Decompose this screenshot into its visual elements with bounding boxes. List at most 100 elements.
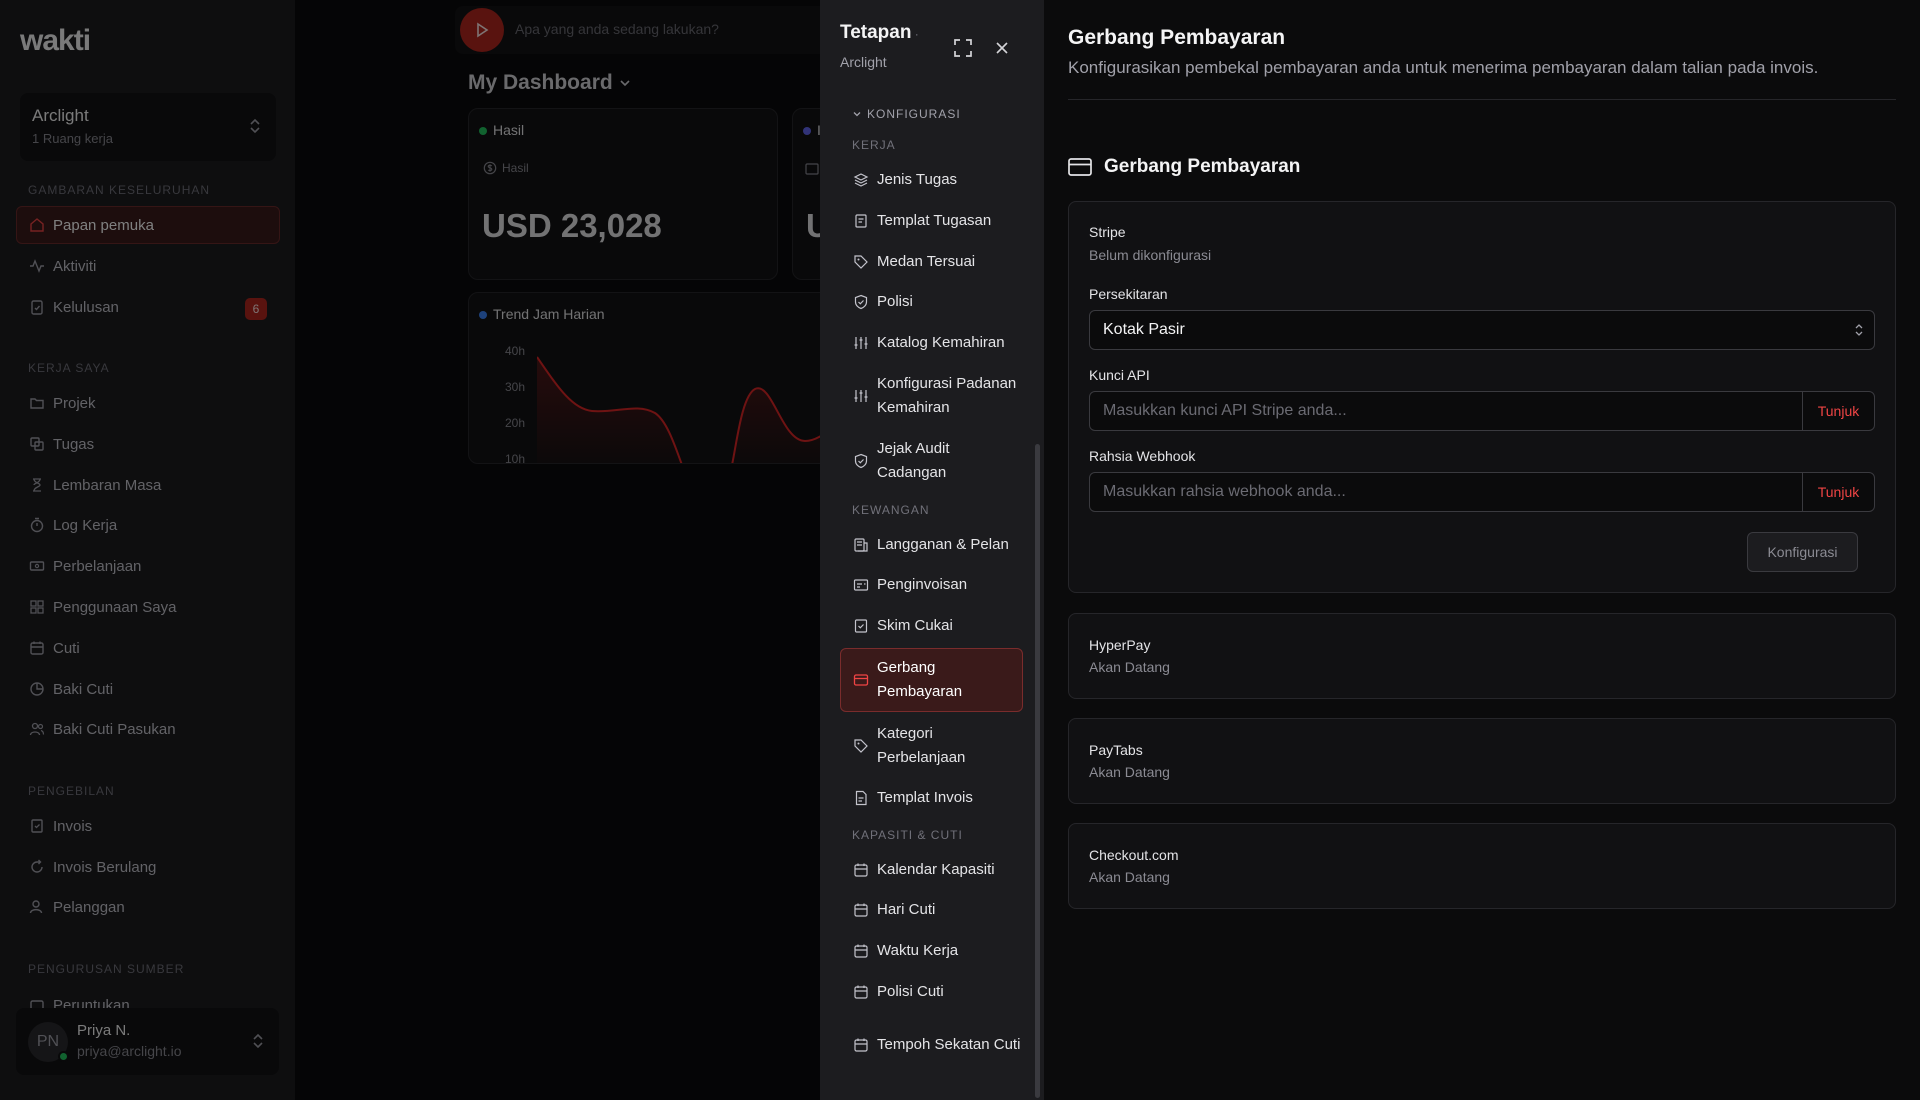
payment-gateways-page: Gerbang Pembayaran Konfigurasikan pembek…: [1044, 0, 1920, 1100]
stripe-gateway-card: Stripe Belum dikonfigurasi Persekitaran …: [1068, 201, 1896, 593]
configuration-group-toggle[interactable]: KONFIGURASI: [852, 107, 961, 121]
webhook-secret-input[interactable]: [1090, 473, 1802, 511]
webhook-secret-label: Rahsia Webhook: [1089, 448, 1196, 464]
gateway-status: Akan Datang: [1089, 869, 1170, 885]
gateway-name: PayTabs: [1089, 742, 1143, 758]
settings-item-subscription-plans[interactable]: Langganan & Pelan: [840, 532, 1023, 558]
page-description: Konfigurasikan pembekal pembayaran anda …: [1068, 58, 1819, 77]
subscription-icon: [854, 538, 868, 552]
configuration-label: KONFIGURASI: [867, 107, 961, 121]
divider: [1068, 99, 1896, 100]
settings-item-skill-catalog[interactable]: Katalog Kemahiran: [840, 330, 1023, 356]
gateway-name: Checkout.com: [1089, 847, 1179, 863]
credit-card-icon: [853, 674, 869, 686]
settings-item-tax-schemes[interactable]: Skim Cukai: [840, 613, 1023, 639]
settings-item-skill-matching-config[interactable]: Konfigurasi Padanan Kemahiran: [840, 372, 1023, 420]
calendar-icon: [854, 985, 868, 999]
page-title: Gerbang Pembayaran: [1068, 26, 1286, 49]
calendar-icon: [854, 903, 868, 917]
settings-title-text: Tetapan: [840, 22, 912, 43]
show-api-key-button[interactable]: Tunjuk: [1802, 392, 1874, 430]
settings-item-expense-categories[interactable]: Kategori Perbelanjaan: [840, 722, 1023, 770]
gateway-status: Akan Datang: [1089, 764, 1170, 780]
webhook-secret-field: Tunjuk: [1089, 472, 1875, 512]
api-key-label: Kunci API: [1089, 367, 1150, 383]
settings-item-label: Katalog Kemahiran: [877, 334, 1005, 351]
gateway-status: Belum dikonfigurasi: [1089, 247, 1212, 263]
file-icon: [855, 790, 867, 806]
settings-item-label: Tempoh Sekatan Cuti: [877, 1036, 1021, 1053]
settings-item-custom-fields[interactable]: Medan Tersuai: [840, 249, 1023, 275]
settings-item-label: Penginvoisan: [877, 576, 968, 593]
settings-item-label: Templat Invois: [877, 789, 973, 806]
tag-icon: [854, 255, 868, 269]
settings-item-recommendation-audit-trail[interactable]: Jejak Audit Cadangan: [840, 437, 1023, 485]
paytabs-gateway-card: PayTabs Akan Datang: [1068, 718, 1896, 804]
settings-item-task-types[interactable]: Jenis Tugas: [840, 167, 1023, 193]
close-icon[interactable]: [993, 39, 1011, 57]
settings-item-label: Kategori Perbelanjaan: [877, 725, 966, 766]
section-title: Gerbang Pembayaran: [1104, 156, 1301, 177]
hyperpay-gateway-card: HyperPay Akan Datang: [1068, 613, 1896, 699]
settings-group-capacity-leave: KAPASITI & CUTI: [852, 828, 963, 842]
settings-item-invoicing[interactable]: Penginvoisan: [840, 572, 1023, 598]
settings-item-label: Kalendar Kapasiti: [877, 861, 995, 878]
settings-item-label: Hari Cuti: [877, 901, 936, 918]
settings-item-task-templates[interactable]: Templat Tugasan: [840, 208, 1023, 234]
settings-title: Tetapan ·: [840, 22, 919, 43]
modal-backdrop[interactable]: [0, 0, 820, 1100]
settings-group-work: KERJA: [852, 138, 896, 152]
settings-item-label: Gerbang Pembayaran: [877, 659, 963, 700]
receipt-icon: [853, 579, 869, 591]
settings-group-finance: KEWANGAN: [852, 503, 930, 517]
tag-icon: [854, 739, 868, 753]
settings-item-label: Jejak Audit Cadangan: [877, 440, 950, 481]
settings-item-holidays[interactable]: Hari Cuti: [840, 897, 1023, 923]
layers-icon: [853, 173, 869, 187]
settings-item-invoice-templates[interactable]: Templat Invois: [840, 785, 1023, 811]
settings-item-label: Medan Tersuai: [877, 253, 976, 270]
template-icon: [855, 214, 867, 228]
calendar-icon: [854, 1038, 868, 1052]
environment-value: Kotak Pasir: [1103, 321, 1185, 338]
shield-icon: [854, 294, 868, 310]
shield-check-icon: [854, 453, 868, 469]
credit-card-icon: [1068, 158, 1092, 176]
tax-icon: [854, 619, 868, 633]
gateway-name: Stripe: [1089, 224, 1126, 240]
settings-item-label: Templat Tugasan: [877, 212, 992, 229]
environment-select[interactable]: Kotak Pasir: [1089, 310, 1875, 350]
section-header: Gerbang Pembayaran: [1068, 156, 1300, 178]
chevron-up-down-icon: [1855, 324, 1863, 336]
settings-item-working-hours[interactable]: Waktu Kerja: [840, 938, 1023, 964]
gateway-status: Akan Datang: [1089, 659, 1170, 675]
settings-navigation: Tetapan · Arclight KONFIGURASI KERJA Jen…: [820, 0, 1044, 1100]
sliders-icon: [854, 337, 868, 349]
show-webhook-secret-button[interactable]: Tunjuk: [1802, 473, 1874, 511]
sliders-icon: [854, 390, 868, 402]
expand-icon[interactable]: [953, 38, 973, 58]
settings-workspace: Arclight: [840, 54, 887, 70]
settings-item-policies[interactable]: Polisi: [840, 289, 1023, 315]
settings-item-payment-gateways[interactable]: Gerbang Pembayaran: [840, 648, 1023, 712]
api-key-input[interactable]: [1090, 392, 1802, 430]
settings-item-label: Skim Cukai: [877, 617, 953, 634]
settings-scrollbar[interactable]: [1035, 444, 1040, 1098]
configure-button[interactable]: Konfigurasi: [1747, 532, 1858, 572]
gateway-name: HyperPay: [1089, 637, 1151, 653]
checkout-gateway-card: Checkout.com Akan Datang: [1068, 823, 1896, 909]
settings-item-label: Waktu Kerja: [877, 942, 959, 959]
calendar-icon: [854, 944, 868, 958]
settings-item-label: Langganan & Pelan: [877, 536, 1009, 553]
settings-item-label: Polisi Cuti: [877, 983, 944, 1000]
chevron-down-icon: [853, 112, 861, 117]
environment-label: Persekitaran: [1089, 286, 1168, 302]
settings-item-capacity-calendar[interactable]: Kalendar Kapasiti: [840, 857, 1023, 883]
settings-item-leave-blackout-periods[interactable]: Tempoh Sekatan Cuti: [840, 1021, 1023, 1069]
settings-item-label: Polisi: [877, 293, 913, 310]
settings-item-label: Jenis Tugas: [877, 171, 958, 188]
settings-item-label: Konfigurasi Padanan Kemahiran: [877, 375, 1017, 416]
settings-item-leave-policies[interactable]: Polisi Cuti: [840, 979, 1023, 1005]
calendar-icon: [854, 863, 868, 877]
api-key-field: Tunjuk: [1089, 391, 1875, 431]
